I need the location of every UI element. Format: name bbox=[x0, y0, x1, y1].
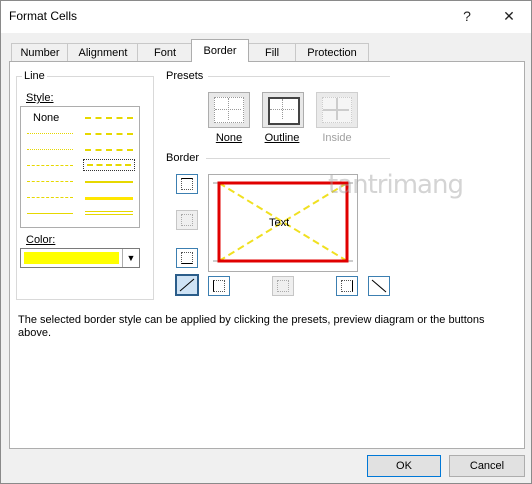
tab-font[interactable]: Font bbox=[137, 43, 193, 62]
line-style-double[interactable] bbox=[85, 211, 133, 215]
tab-number[interactable]: Number bbox=[11, 43, 69, 62]
line-style-dash-dot[interactable] bbox=[27, 181, 73, 182]
preset-none-icon bbox=[214, 97, 244, 123]
border-inside-horizontal-icon bbox=[181, 214, 193, 226]
border-tab-panel: Line Style: None Color: ▼ Presets None O… bbox=[9, 61, 525, 449]
color-dropdown[interactable]: ▼ bbox=[20, 248, 140, 268]
title-bar: Format Cells ? ✕ bbox=[1, 1, 531, 33]
watermark: tantrimang bbox=[328, 170, 464, 200]
chevron-down-icon[interactable]: ▼ bbox=[122, 249, 139, 267]
line-style-dotted[interactable] bbox=[27, 149, 73, 150]
border-bottom-button[interactable] bbox=[176, 248, 198, 268]
line-style-thin[interactable] bbox=[27, 213, 73, 214]
color-label: Color: bbox=[24, 234, 58, 246]
preset-inside-button[interactable] bbox=[316, 92, 358, 128]
border-group-label: Border bbox=[164, 152, 202, 164]
preset-outline-label: Outline bbox=[264, 132, 300, 144]
border-top-icon bbox=[181, 178, 193, 190]
line-style-dashed[interactable] bbox=[27, 197, 73, 198]
tab-fill[interactable]: Fill bbox=[247, 43, 297, 62]
line-style-medium-dashed[interactable] bbox=[87, 164, 131, 166]
border-top-button[interactable] bbox=[176, 174, 198, 194]
tab-protection[interactable]: Protection bbox=[295, 43, 369, 62]
tab-border[interactable]: Border bbox=[191, 39, 249, 62]
preset-none-button[interactable] bbox=[208, 92, 250, 128]
border-diagonal-down-button[interactable] bbox=[368, 276, 390, 296]
diagonal-up-icon bbox=[179, 278, 195, 292]
line-style-thick[interactable] bbox=[85, 197, 133, 200]
style-label: Style: bbox=[24, 92, 56, 104]
color-swatch bbox=[24, 252, 119, 264]
description-text: The selected border style can be applied… bbox=[18, 314, 485, 339]
border-inside-vertical-icon bbox=[277, 280, 289, 292]
border-diagonal-up-button[interactable] bbox=[175, 274, 199, 296]
presets-label: Presets bbox=[164, 70, 206, 82]
dialog-title: Format Cells bbox=[9, 9, 78, 23]
line-style-dash-dot-dot[interactable] bbox=[27, 165, 73, 166]
line-group-label: Line bbox=[22, 70, 47, 82]
preset-none-label: None bbox=[215, 132, 243, 144]
preview-text: Text bbox=[269, 217, 290, 229]
line-style-slant-dash-dot[interactable] bbox=[85, 133, 133, 135]
border-left-button[interactable] bbox=[208, 276, 230, 296]
line-style-none[interactable]: None bbox=[33, 112, 59, 124]
border-right-button[interactable] bbox=[336, 276, 358, 296]
preset-inside-label: Inside bbox=[322, 132, 352, 144]
line-style-medium[interactable] bbox=[85, 181, 133, 183]
diagonal-down-icon bbox=[371, 279, 387, 293]
help-button[interactable]: ? bbox=[453, 5, 481, 27]
cancel-button[interactable]: Cancel bbox=[449, 455, 525, 477]
border-inside-horizontal-button[interactable] bbox=[176, 210, 198, 230]
ok-button[interactable]: OK bbox=[367, 455, 441, 477]
preset-outline-button[interactable] bbox=[262, 92, 304, 128]
close-button[interactable]: ✕ bbox=[495, 5, 523, 27]
presets-divider bbox=[208, 76, 390, 77]
border-right-icon bbox=[341, 280, 353, 292]
line-style-medium-dash-dot[interactable] bbox=[85, 149, 133, 151]
border-left-icon bbox=[213, 280, 225, 292]
border-inside-vertical-button[interactable] bbox=[272, 276, 294, 296]
border-bottom-icon bbox=[181, 252, 193, 264]
tab-alignment[interactable]: Alignment bbox=[67, 43, 139, 62]
preset-inside-icon bbox=[322, 97, 352, 123]
format-cells-dialog: Format Cells ? ✕ Number Alignment Font B… bbox=[0, 0, 532, 484]
line-style-hair[interactable] bbox=[27, 133, 73, 134]
preset-outline-icon bbox=[268, 97, 300, 125]
line-style-list[interactable]: None bbox=[20, 106, 140, 228]
border-divider bbox=[206, 158, 390, 159]
line-style-medium-dash-dot-dot[interactable] bbox=[85, 117, 133, 119]
